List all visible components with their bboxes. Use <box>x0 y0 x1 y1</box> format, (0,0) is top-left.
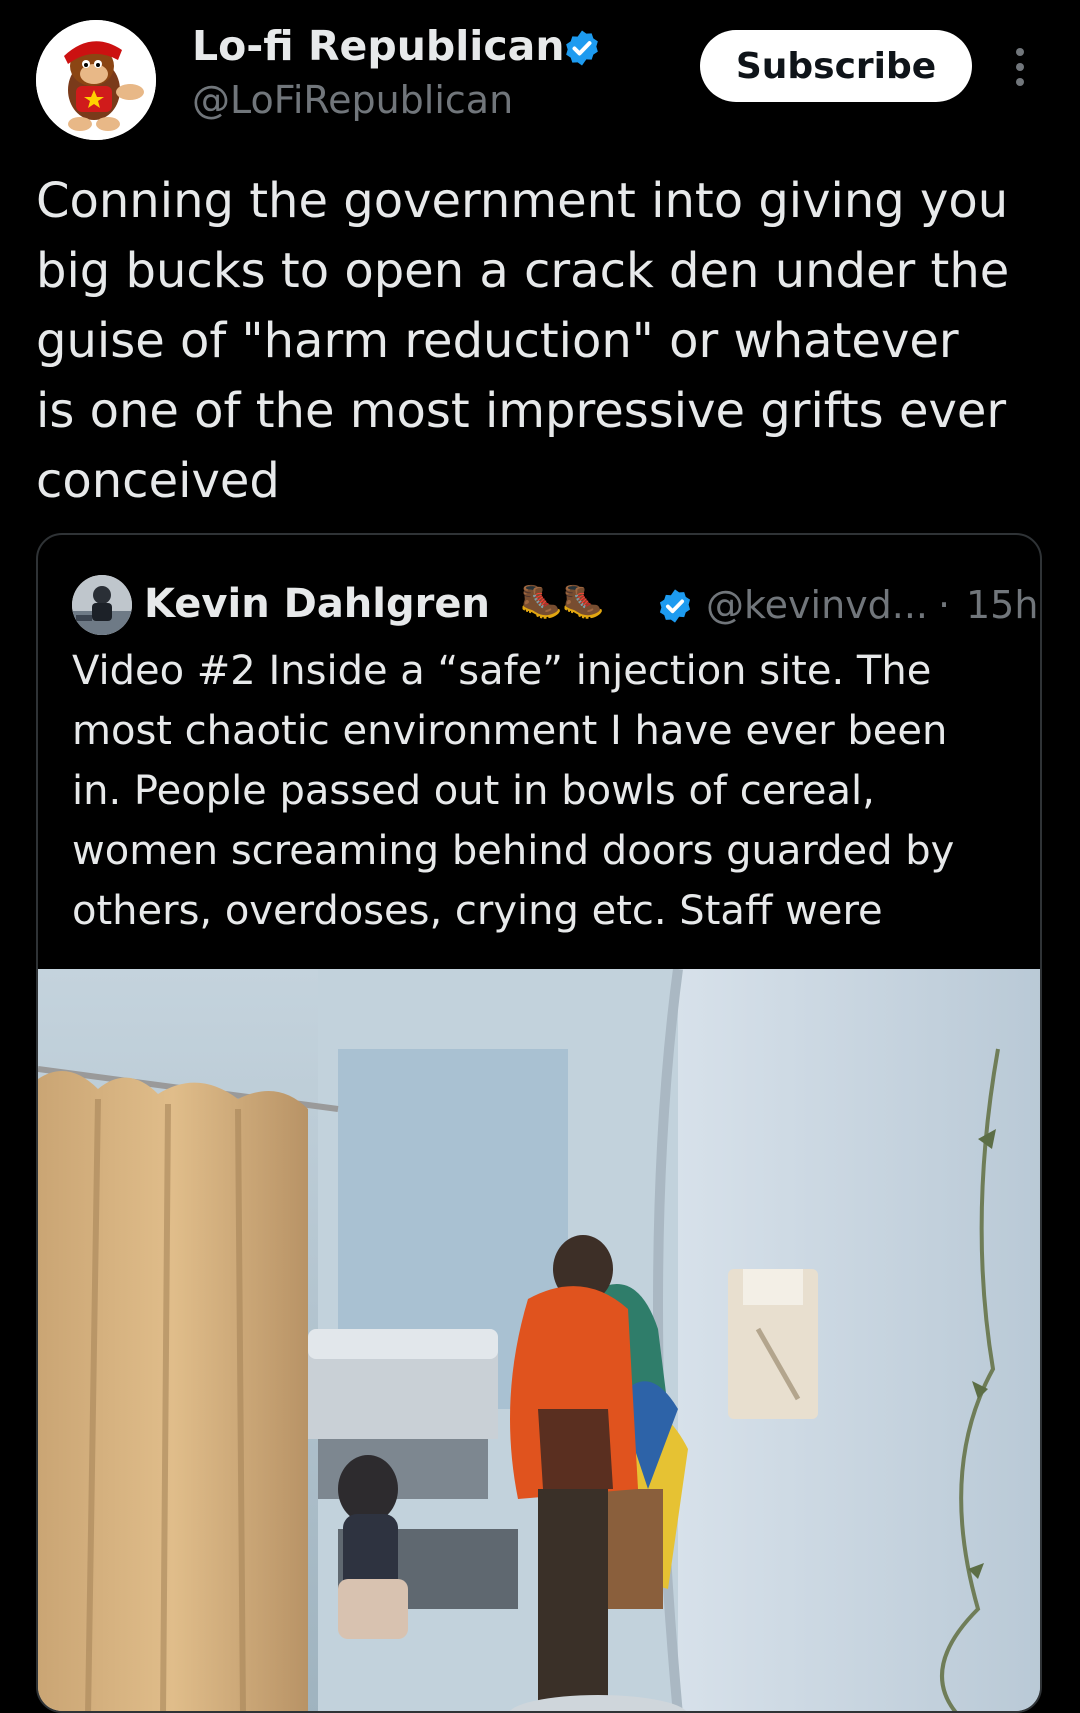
author-handle[interactable]: @LoFiRepublican <box>192 78 513 122</box>
quoted-timestamp[interactable]: 15h <box>966 583 1038 627</box>
tweet-text: Conning the government into giving you b… <box>36 173 1010 509</box>
person-avatar-icon <box>72 575 132 635</box>
subscribe-button[interactable]: Subscribe <box>700 30 972 102</box>
quoted-author-handle[interactable]: @kevinvd... <box>706 583 928 627</box>
author-display-name[interactable]: Lo-fi Republican <box>192 22 565 70</box>
quoted-tweet-header: Kevin Dahlgren 🥾🥾 @kevinvd... · 15h <box>72 575 1038 635</box>
verified-badge-icon <box>566 30 598 66</box>
tweet-header: Lo-fi Republican @LoFiRepublican Subscri… <box>0 0 1080 150</box>
verified-badge-icon <box>659 589 691 623</box>
quoted-video-thumbnail[interactable] <box>38 969 1040 1711</box>
author-avatar[interactable] <box>36 20 156 140</box>
quoted-tweet-text: Video #2 Inside a “safe” injection site.… <box>72 648 955 934</box>
quoted-tweet[interactable]: Kevin Dahlgren 🥾🥾 @kevinvd... · 15h Vide… <box>36 533 1042 1713</box>
more-options-icon[interactable] <box>1005 44 1035 94</box>
video-still-image <box>38 969 1040 1711</box>
boot-emoji: 🥾🥾 <box>520 581 605 621</box>
separator-dot: · <box>938 583 951 627</box>
quoted-author-avatar[interactable] <box>72 575 132 635</box>
quoted-author-display-name[interactable]: Kevin Dahlgren <box>144 581 490 627</box>
monkey-avatar-icon <box>36 20 156 140</box>
